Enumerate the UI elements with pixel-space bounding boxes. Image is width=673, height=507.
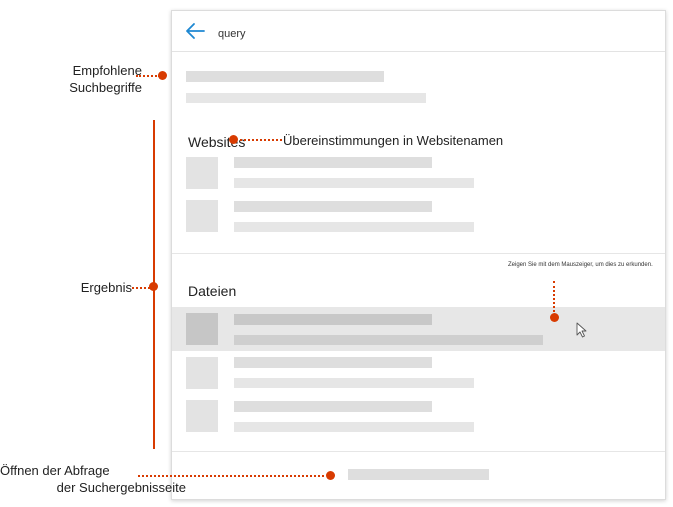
search-query[interactable]: query (218, 28, 246, 40)
website-title-placeholder (234, 201, 432, 212)
website-subtitle-placeholder (234, 178, 474, 188)
file-result-1-hovered[interactable] (172, 307, 665, 351)
website-matches-label: Übereinstimmungen in Websitenamen (283, 133, 504, 148)
callout-connector (136, 75, 160, 77)
file-thumbnail (186, 400, 218, 432)
file-subtitle-placeholder (234, 378, 474, 388)
file-title-placeholder (234, 314, 432, 325)
suggested-searches-label-line-1: Empfohlene (72, 63, 142, 78)
suggested-search-placeholder-2[interactable] (186, 93, 426, 103)
callout-marker (550, 313, 559, 322)
open-query-label: Öffnen der Abfrage der Suchergebnisseite (0, 462, 186, 496)
mouse-pointer-icon (576, 322, 587, 338)
open-search-results-link-placeholder[interactable] (348, 469, 489, 480)
callout-marker (326, 471, 335, 480)
file-subtitle-placeholder (234, 422, 474, 432)
file-subtitle-placeholder (234, 335, 543, 345)
file-title-placeholder (234, 401, 432, 412)
hover-hint-text: Zeigen Sie mit dem Mauszeiger, um dies z… (508, 262, 653, 268)
results-label: Ergebnis (80, 280, 132, 295)
callout-marker (149, 282, 158, 291)
search-bar[interactable]: query (172, 11, 665, 52)
callout-marker (229, 135, 238, 144)
section-divider (172, 451, 665, 452)
website-thumbnail (186, 200, 218, 232)
suggested-searches-label-line-2: Suchbegriffe (69, 80, 142, 95)
file-thumbnail (186, 313, 218, 345)
suggested-search-placeholder-1[interactable] (186, 71, 384, 82)
open-query-label-line-2: der Suchergebnisseite (56, 480, 186, 495)
search-panel: query Websites Zeigen Sie mit dem Mausze… (171, 10, 666, 500)
callout-connector (553, 281, 555, 312)
section-divider (172, 253, 665, 254)
back-arrow-icon[interactable] (184, 21, 206, 41)
website-thumbnail (186, 157, 218, 189)
callout-connector (138, 475, 324, 477)
callout-marker (158, 71, 167, 80)
files-section-title: Dateien (188, 283, 237, 299)
suggested-searches-label: Empfohlene Suchbegriffe (10, 62, 142, 96)
website-subtitle-placeholder (234, 222, 474, 232)
callout-connector (240, 139, 282, 141)
callout-connector (132, 287, 150, 289)
website-title-placeholder (234, 157, 432, 168)
file-thumbnail (186, 357, 218, 389)
file-title-placeholder (234, 357, 432, 368)
